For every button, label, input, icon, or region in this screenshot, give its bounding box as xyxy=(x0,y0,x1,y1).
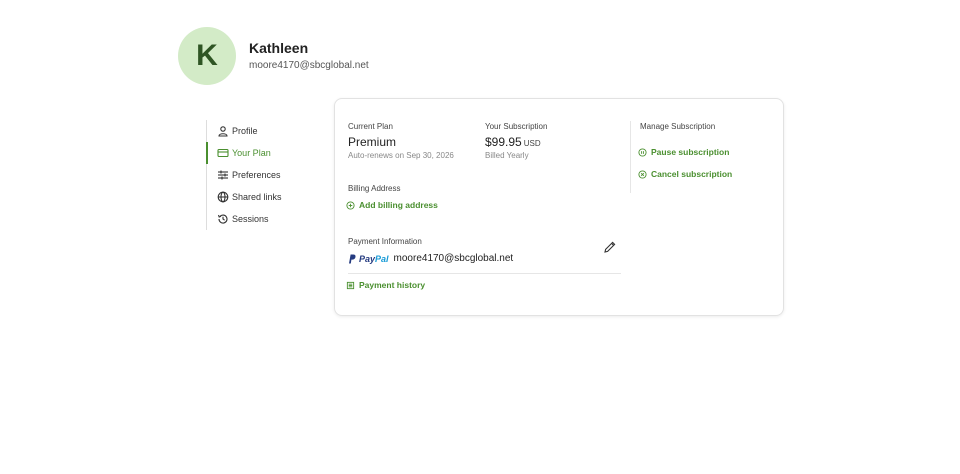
user-name: Kathleen xyxy=(249,40,309,56)
cancel-subscription-label: Cancel subscription xyxy=(651,169,733,179)
pause-icon xyxy=(638,147,647,157)
nav-item-label: Your Plan xyxy=(232,148,271,158)
subscription-label: Your Subscription xyxy=(485,122,548,131)
current-plan-name: Premium xyxy=(348,135,397,149)
cancel-icon xyxy=(638,169,647,179)
nav-item-label: Sessions xyxy=(232,214,269,224)
settings-nav: Profile Your Plan Preferences Shared lin… xyxy=(206,120,317,230)
nav-item-label: Preferences xyxy=(232,170,281,180)
billing-address-label: Billing Address xyxy=(348,184,401,193)
receipt-icon xyxy=(346,281,355,289)
billing-cycle: Billed Yearly xyxy=(485,151,529,160)
payment-method: Pay Pal moore4170@sbcglobal.net xyxy=(348,253,513,264)
pencil-icon xyxy=(604,241,616,253)
add-billing-address-label: Add billing address xyxy=(359,200,438,210)
globe-icon xyxy=(217,191,229,203)
currency: USD xyxy=(523,139,541,148)
cancel-subscription-link[interactable]: Cancel subscription xyxy=(638,169,732,179)
payment-history-label: Payment history xyxy=(359,280,426,290)
person-icon xyxy=(218,126,228,137)
pause-subscription-link[interactable]: Pause subscription xyxy=(638,147,729,157)
payment-information-label: Payment Information xyxy=(348,237,422,246)
payment-history-link[interactable]: Payment history xyxy=(346,280,425,290)
payment-email: moore4170@sbcglobal.net xyxy=(393,253,514,264)
horizontal-divider xyxy=(348,273,621,274)
nav-item-your-plan[interactable]: Your Plan xyxy=(206,142,317,164)
nav-item-label: Shared links xyxy=(232,192,282,202)
renew-text: Auto-renews on Sep 30, 2026 xyxy=(348,151,454,160)
paypal-icon xyxy=(349,254,356,263)
nav-item-sessions[interactable]: Sessions xyxy=(207,208,317,230)
add-billing-address-link[interactable]: Add billing address xyxy=(346,200,438,210)
nav-item-shared-links[interactable]: Shared links xyxy=(207,186,317,208)
manage-subscription-title: Manage Subscription xyxy=(640,122,716,131)
edit-payment-button[interactable] xyxy=(603,240,617,254)
subscription-price-row: $99.95 USD xyxy=(485,135,541,149)
paypal-pal: Pal xyxy=(375,253,389,264)
avatar: K xyxy=(178,27,236,85)
nav-item-profile[interactable]: Profile xyxy=(207,120,317,142)
pause-subscription-label: Pause subscription xyxy=(651,147,730,157)
paypal-logo: Pay Pal xyxy=(348,254,389,264)
card-icon xyxy=(217,148,229,158)
plan-card: Current Plan Premium Auto-renews on Sep … xyxy=(334,98,784,316)
user-email: moore4170@sbcglobal.net xyxy=(249,60,369,71)
nav-item-label: Profile xyxy=(232,126,258,136)
current-plan-label: Current Plan xyxy=(348,122,393,131)
subscription-price: $99.95 xyxy=(485,135,522,149)
sliders-icon xyxy=(218,170,228,180)
add-circle-icon xyxy=(346,200,355,210)
nav-item-preferences[interactable]: Preferences xyxy=(207,164,317,186)
history-icon xyxy=(217,214,228,224)
vertical-divider xyxy=(630,121,631,193)
paypal-pay: Pay xyxy=(359,253,376,264)
